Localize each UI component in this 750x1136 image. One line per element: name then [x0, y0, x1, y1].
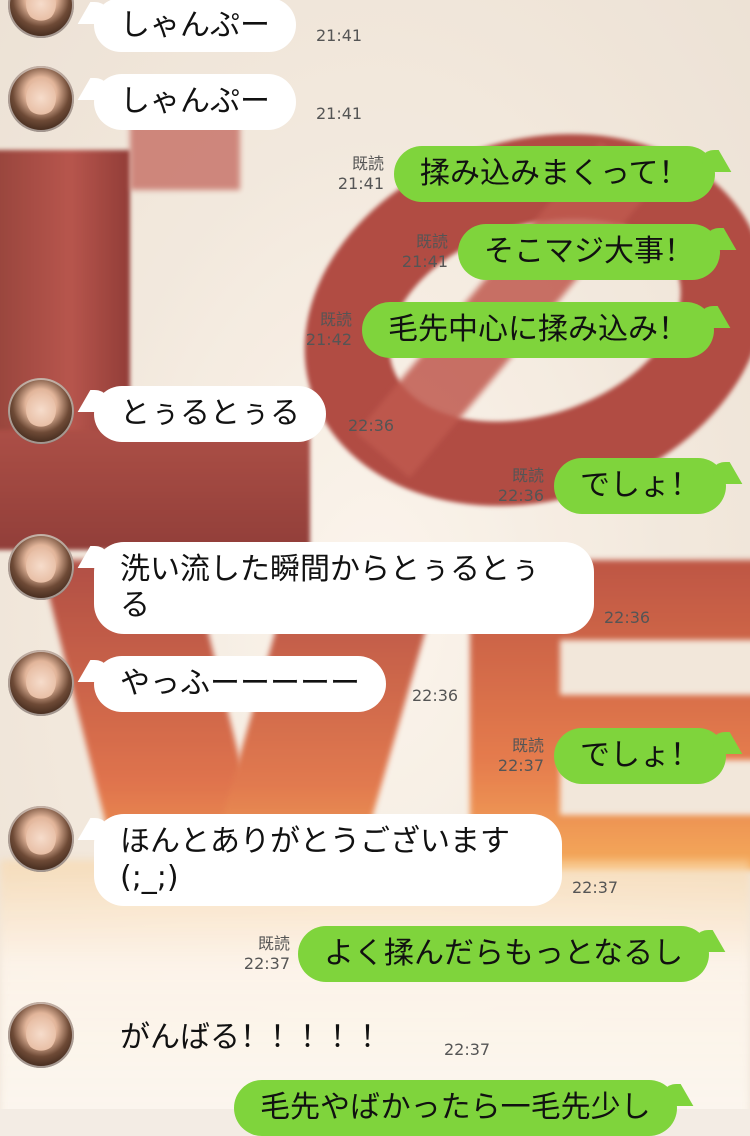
- read-receipt: 既読 21:41: [337, 154, 384, 193]
- message-text: しゃんぷー: [120, 84, 270, 119]
- outgoing-message-bubble[interactable]: そこマジ大事！: [458, 224, 720, 280]
- outgoing-message-bubble[interactable]: でしょ！: [554, 458, 726, 514]
- message-text: でしょ！: [580, 468, 700, 503]
- outgoing-message-bubble[interactable]: 毛先中心に揉み込み！: [362, 302, 714, 358]
- incoming-message-bubble[interactable]: 洗い流した瞬間からとぅるとぅる: [94, 542, 594, 634]
- message-time: 21:41: [316, 26, 363, 45]
- outgoing-message-bubble[interactable]: 毛先やばかったら一毛先少し: [234, 1080, 677, 1136]
- read-receipt: 既読 22:36: [497, 466, 544, 505]
- message-text: 毛先やばかったら一毛先少し: [260, 1090, 651, 1125]
- contact-avatar[interactable]: [8, 650, 74, 716]
- message-text: 揉み込みまくって！: [420, 156, 689, 191]
- message-time: 22:36: [348, 416, 395, 435]
- contact-avatar[interactable]: [8, 0, 74, 38]
- message-time: 21:41: [316, 104, 363, 123]
- read-receipt: 既読 21:42: [305, 310, 352, 349]
- outgoing-message-bubble[interactable]: でしょ！: [554, 728, 726, 784]
- message-text: 洗い流した瞬間からとぅるとぅる: [120, 552, 540, 623]
- read-receipt: 既読 22:37: [243, 934, 290, 973]
- message-time: 22:36: [604, 608, 651, 627]
- incoming-message-bubble[interactable]: ほんとありがとうございます(;_;): [94, 814, 562, 906]
- outgoing-message-bubble[interactable]: よく揉んだらもっとなるし: [298, 926, 710, 982]
- incoming-message-bubble[interactable]: やっふーーーーー: [94, 656, 386, 712]
- message-text: がんばる！！！！！: [120, 1020, 390, 1055]
- message-text: やっふーーーーー: [120, 666, 360, 701]
- incoming-message-bubble[interactable]: がんばる！！！！！: [94, 1010, 416, 1066]
- message-time: 22:37: [572, 878, 619, 897]
- contact-avatar[interactable]: [8, 534, 74, 600]
- message-text: よく揉んだらもっとなるし: [324, 936, 684, 971]
- incoming-message-bubble[interactable]: しゃんぷー: [94, 74, 296, 130]
- contact-avatar[interactable]: [8, 806, 74, 872]
- message-time: 22:37: [444, 1040, 491, 1059]
- contact-avatar[interactable]: [8, 1002, 74, 1068]
- message-text: しゃんぷー: [120, 8, 270, 43]
- contact-avatar[interactable]: [8, 378, 74, 444]
- message-text: 毛先中心に揉み込み！: [388, 312, 688, 347]
- contact-avatar[interactable]: [8, 66, 74, 132]
- incoming-message-bubble[interactable]: しゃんぷー: [94, 0, 296, 52]
- message-text: そこマジ大事！: [484, 234, 694, 269]
- outgoing-message-bubble[interactable]: 揉み込みまくって！: [394, 146, 715, 202]
- read-receipt: 既読 22:37: [497, 736, 544, 775]
- message-text: でしょ！: [580, 738, 700, 773]
- message-time: 22:36: [412, 686, 459, 705]
- message-text: ほんとありがとうございます(;_;): [120, 824, 510, 895]
- chat-message-list[interactable]: しゃんぷー 21:41 しゃんぷー 21:41 既読 21:41 揉み込みまくって…: [0, 0, 750, 1136]
- message-text: とぅるとぅる: [120, 396, 300, 431]
- incoming-message-bubble[interactable]: とぅるとぅる: [94, 386, 326, 442]
- read-receipt: 既読 21:41: [401, 232, 448, 271]
